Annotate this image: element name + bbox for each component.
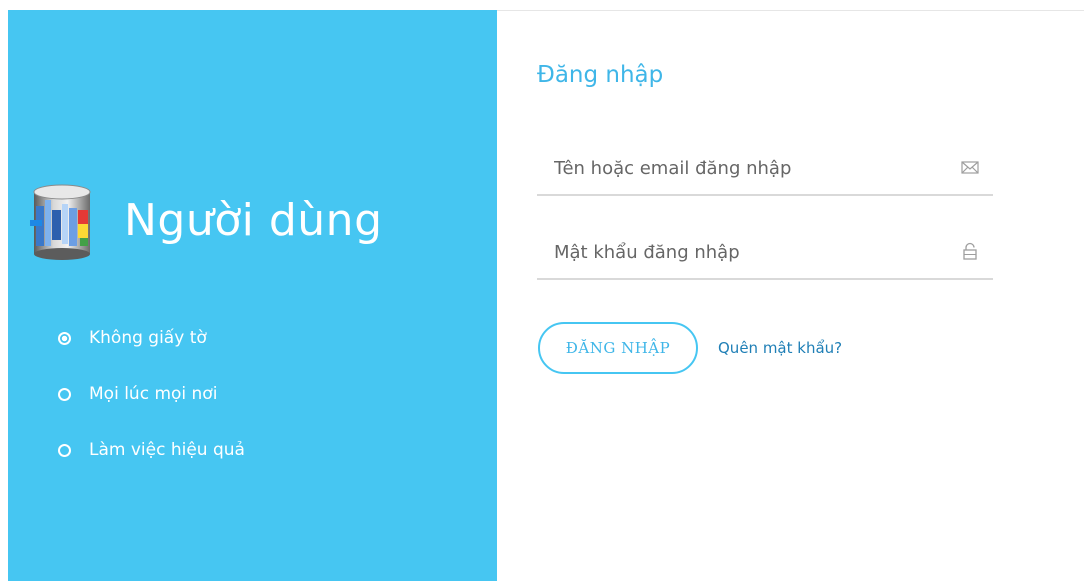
login-title: Đăng nhập [537, 62, 664, 88]
feature-label: Không giấy tờ [89, 328, 207, 348]
envelope-icon [961, 161, 979, 174]
lock-icon [963, 242, 977, 260]
feature-label: Mọi lúc mọi nơi [89, 384, 218, 404]
feature-item: Làm việc hiệu quả [58, 422, 245, 478]
top-divider [497, 10, 1084, 11]
username-field [537, 140, 993, 196]
circle-bullet-icon [58, 387, 71, 401]
forgot-password-link[interactable]: Quên mật khẩu? [718, 339, 842, 357]
password-field [537, 224, 993, 280]
feature-label: Làm việc hiệu quả [89, 440, 245, 460]
feature-list: Không giấy tờ Mọi lúc mọi nơi Làm việc h… [58, 310, 245, 478]
circle-bullet-icon [58, 443, 71, 457]
login-page: Người dùng Không giấy tờ Mọi lúc mọi nơi… [0, 0, 1084, 581]
username-input[interactable] [537, 140, 956, 196]
left-panel: Người dùng Không giấy tờ Mọi lúc mọi nơi… [8, 10, 497, 581]
feature-item: Không giấy tờ [58, 310, 245, 366]
brand-title: Người dùng [124, 195, 383, 246]
password-input[interactable] [537, 224, 956, 280]
circle-bullet-icon [58, 331, 71, 345]
feature-item: Mọi lúc mọi nơi [58, 366, 245, 422]
database-logo-icon [30, 184, 91, 260]
login-button[interactable]: ĐĂNG NHẬP [538, 322, 698, 374]
brand: Người dùng [24, 180, 383, 262]
